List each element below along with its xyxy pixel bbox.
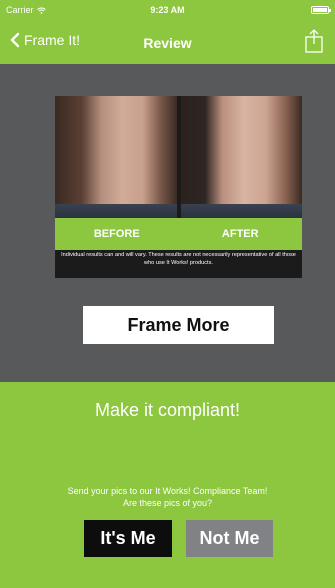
disclaimer-text: Individual results can and will vary. Th… <box>61 252 296 266</box>
battery-icon <box>311 6 331 14</box>
after-label: AFTER <box>221 228 259 240</box>
status-bar: Carrier 9:23 AM <box>0 0 335 20</box>
labels-bar: BEFORE AFTER <box>55 218 302 250</box>
its-me-button[interactable]: It's Me <box>84 520 172 557</box>
compliance-prompt-line1: Send your pics to our It Works! Complian… <box>67 486 268 496</box>
page-title: Review <box>143 35 192 51</box>
not-me-button[interactable]: Not Me <box>186 520 273 557</box>
before-after-image: BEFORE AFTER Individual results can and … <box>55 96 302 278</box>
compliance-prompt-line2: Are these pics of you? <box>122 497 213 508</box>
after-photo <box>180 96 302 218</box>
compliance-title: Make it compliant! <box>94 400 241 420</box>
status-time: 9:23 AM <box>150 5 185 15</box>
frame-more-button[interactable]: Frame More <box>83 306 274 344</box>
share-icon[interactable] <box>303 28 325 54</box>
preview-panel: BEFORE AFTER Individual results can and … <box>0 64 335 382</box>
before-photo <box>55 96 177 218</box>
before-label: BEFORE <box>93 228 140 240</box>
compliance-prompt: Send your pics to our It Works! Complian… <box>20 486 315 509</box>
compliance-panel: Make it compliant! Send your pics to our… <box>0 382 335 588</box>
photo-row <box>55 96 302 218</box>
navigation-bar: Frame It! Review <box>0 20 335 64</box>
